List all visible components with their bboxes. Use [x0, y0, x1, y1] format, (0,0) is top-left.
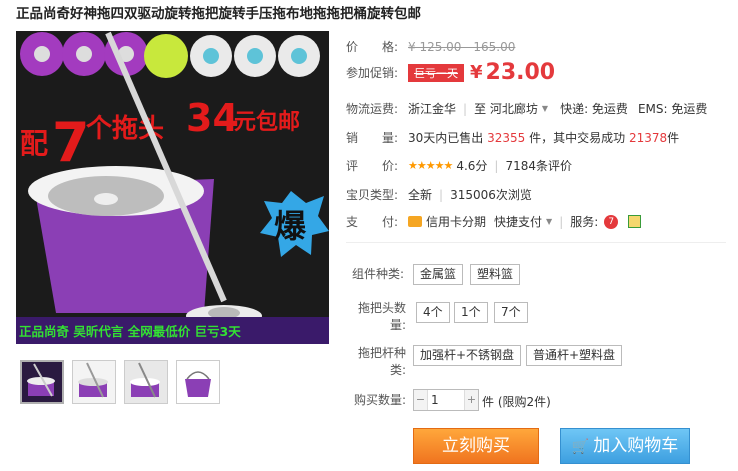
- thumbnail-2[interactable]: [72, 360, 116, 404]
- rating-row: 评 价: ★★★★★ 4.6分 | 7184条评价: [346, 157, 572, 174]
- credit-card-icon: [408, 216, 422, 227]
- rating-label: 评 价:: [346, 159, 399, 173]
- banner-suffix: 元包邮: [234, 109, 300, 135]
- increment-button[interactable]: +: [465, 390, 478, 410]
- star-rating-icon: ★★★★★: [408, 159, 453, 172]
- option-group-label: 拖把杆种类:: [357, 346, 406, 377]
- bottom-strip: 正品尚奇 吴昕代言 全网最低价 巨亏3天: [19, 324, 241, 339]
- success-count: 21378: [628, 130, 668, 145]
- sales-suffix: 件: [667, 131, 680, 145]
- rating-score: 4.6分: [456, 159, 488, 173]
- ship-from: 浙江金华: [408, 102, 457, 116]
- decrement-button[interactable]: −: [414, 390, 427, 410]
- promo-tag: 巨亏一天: [408, 63, 464, 82]
- banner-count: 7: [52, 111, 90, 174]
- banner-price: 34: [186, 96, 239, 140]
- payment-row: 支 付: 信用卡分期 快捷支付 ▼ | 服务: 7: [346, 213, 642, 230]
- quantity-limit: 件 (限购2件): [482, 395, 551, 409]
- banner-prefix: 配: [20, 127, 48, 160]
- original-price: ¥ 125.00 - 165.00: [408, 39, 516, 54]
- guarantee-icon[interactable]: [628, 215, 642, 228]
- promo-row: 参加促销: 巨亏一天 ¥ 23.00: [346, 60, 555, 85]
- option-4-heads[interactable]: 4个: [416, 302, 450, 323]
- service-label: 服务:: [570, 215, 599, 229]
- mop-product-illustration: 配 7 个拖头 34 元包邮 爆 正品尚奇 吴昕代言 全网最低价 巨亏3天: [16, 31, 329, 344]
- payment-label: 支 付:: [346, 215, 399, 229]
- thumb-image: [125, 361, 167, 403]
- option-regular-pole[interactable]: 普通杆+塑料盘: [526, 345, 623, 366]
- price-row: 价 格: ¥ 125.00 - 165.00: [346, 38, 515, 55]
- add-to-cart-label: 加入购物车: [593, 436, 679, 456]
- ship-to[interactable]: 河北廊坊: [490, 100, 538, 117]
- thumb-image: [73, 361, 115, 403]
- price-label: 价 格:: [346, 40, 399, 54]
- thumbnail-3[interactable]: [124, 360, 168, 404]
- ems-fee: EMS: 免运费: [637, 102, 708, 116]
- cart-icon: 🛒: [571, 439, 590, 455]
- sold-count: 32355: [487, 130, 526, 145]
- chevron-down-icon[interactable]: ▼: [542, 104, 548, 113]
- express-fee: 快递: 免运费: [560, 102, 628, 116]
- quantity-input[interactable]: 1: [427, 390, 465, 410]
- promo-price: 23.00: [485, 60, 556, 85]
- quick-pay[interactable]: 快捷支付: [494, 213, 542, 230]
- buy-now-button[interactable]: 立刻购买: [413, 428, 539, 464]
- option-metal-basket[interactable]: 金属篮: [413, 264, 464, 285]
- thumbnail-1[interactable]: [20, 360, 64, 404]
- promo-currency: ¥: [470, 62, 483, 83]
- thumbnail-4[interactable]: [176, 360, 220, 404]
- product-main-image[interactable]: 配 7 个拖头 34 元包邮 爆 正品尚奇 吴昕代言 全网最低价 巨亏3天: [16, 31, 329, 344]
- sales-label: 销 量:: [346, 131, 399, 145]
- condition-label: 宝贝类型:: [346, 188, 399, 202]
- product-title: 正品尚奇好神拖四双驱动旋转拖把旋转手压拖布地拖拖把桶旋转包邮: [16, 6, 421, 22]
- shipping-label: 物流运费:: [346, 102, 399, 116]
- option-plastic-basket[interactable]: 塑料篮: [470, 264, 521, 285]
- sales-mid: 件，其中交易成功: [529, 131, 626, 145]
- quantity-stepper[interactable]: − 1 +: [413, 389, 479, 411]
- option-7-heads[interactable]: 7个: [494, 302, 528, 323]
- burst-text: 爆: [274, 207, 307, 245]
- option-group-label: 组件种类:: [351, 267, 404, 281]
- option-group-label: 拖把头数量:: [357, 301, 406, 332]
- sales-row: 销 量: 30天内已售出 32355 件，其中交易成功 21378 件: [346, 129, 679, 146]
- chevron-down-icon[interactable]: ▼: [546, 217, 552, 226]
- thumb-image: [177, 361, 219, 403]
- view-count: 315006次浏览: [450, 188, 532, 202]
- quantity-label: 购买数量:: [353, 393, 406, 407]
- option-1-head[interactable]: 1个: [454, 302, 488, 323]
- ship-to-prefix: 至: [474, 102, 487, 116]
- sales-prefix: 30天内已售出: [408, 131, 484, 145]
- add-to-cart-button[interactable]: 🛒 加入购物车: [560, 428, 690, 464]
- divider: [346, 242, 726, 243]
- credit-installment[interactable]: 信用卡分期: [426, 213, 486, 230]
- thumb-image: [22, 362, 62, 402]
- option-reinforced-pole[interactable]: 加强杆+不锈钢盘: [413, 345, 522, 366]
- condition-row: 宝贝类型: 全新 | 315006次浏览: [346, 187, 532, 203]
- promo-label: 参加促销:: [346, 66, 399, 80]
- review-count[interactable]: 7184条评价: [505, 157, 572, 174]
- shipping-row: 物流运费: 浙江金华 | 至 河北廊坊 ▼ 快递: 免运费 EMS: 免运费: [346, 100, 708, 117]
- seven-day-return-icon[interactable]: 7: [604, 214, 619, 229]
- condition-type: 全新: [408, 188, 433, 202]
